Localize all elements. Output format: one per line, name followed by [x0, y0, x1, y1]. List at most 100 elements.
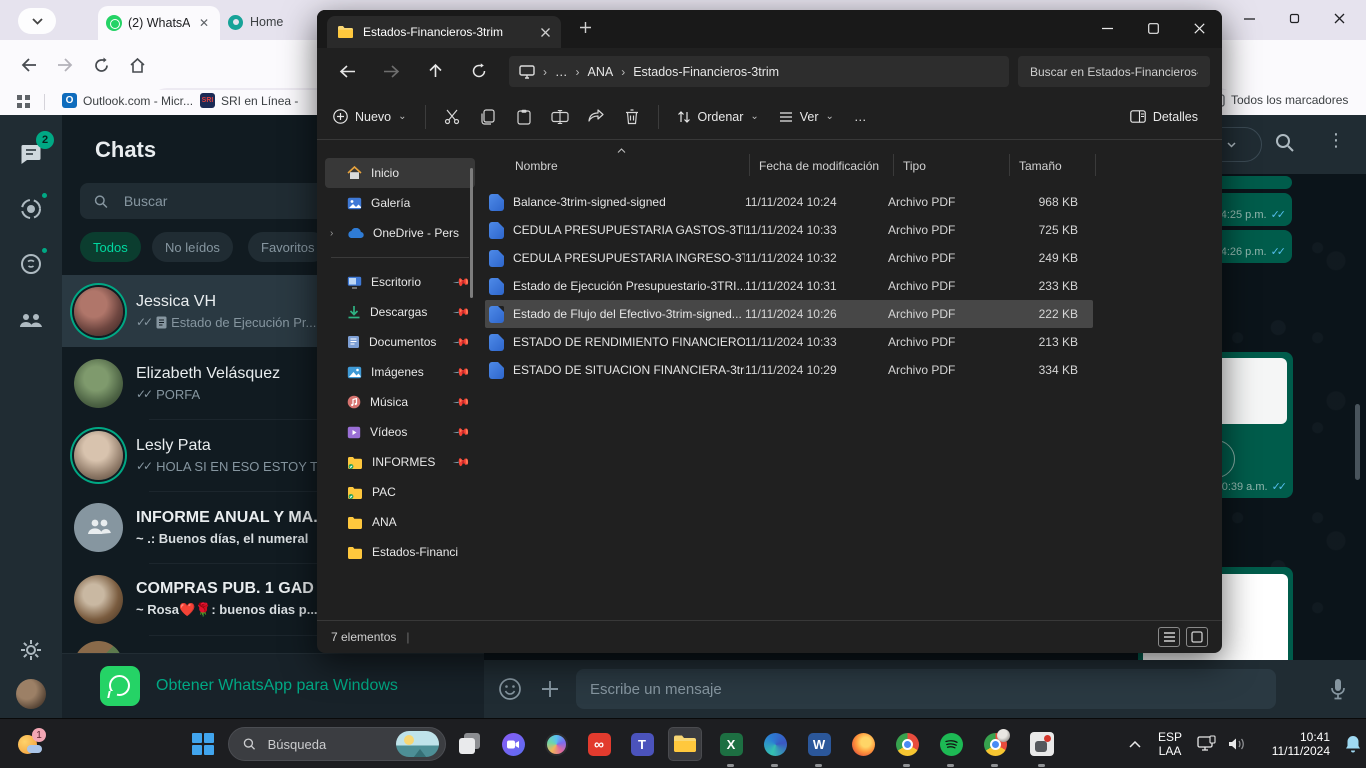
task-view-button[interactable] — [453, 727, 487, 761]
back-icon[interactable] — [331, 55, 363, 87]
breadcrumb[interactable]: › … › ANA › Estados-Financieros-3trim — [509, 56, 1009, 87]
notification-bell-icon[interactable] — [1336, 727, 1366, 761]
tray-chevron-icon[interactable] — [1122, 727, 1148, 761]
file-row-selected[interactable]: Estado de Flujo del Efectivo-3trim-signe… — [485, 300, 1093, 328]
sidebar-item-informes[interactable]: INFORMES📌 — [325, 447, 475, 477]
clock[interactable]: 10:41 11/11/2024 — [1258, 730, 1330, 758]
file-row[interactable]: ESTADO DE RENDIMIENTO FINANCIERO-... 11/… — [485, 328, 1093, 356]
sidebar-item-inicio[interactable]: Inicio — [325, 158, 475, 188]
forward-icon[interactable] — [375, 55, 407, 87]
sidebar-item-escritorio[interactable]: Escritorio📌 — [325, 267, 475, 297]
filter-favoritos[interactable]: Favoritos — [248, 232, 327, 262]
message-input[interactable] — [576, 669, 1276, 709]
attach-plus-icon[interactable] — [530, 678, 570, 700]
sidebar-item-ana[interactable]: ANA — [325, 507, 475, 537]
volume-icon[interactable] — [1222, 727, 1252, 761]
view-button[interactable]: Ver ⌄ — [769, 100, 844, 134]
copilot-button[interactable] — [539, 727, 573, 761]
tab-search-button[interactable] — [18, 8, 56, 34]
chat-search-icon[interactable] — [1274, 132, 1296, 154]
icons-view-button[interactable] — [1186, 627, 1208, 647]
all-bookmarks[interactable]: Todos los marcadores — [1212, 93, 1348, 107]
explorer-taskbar-button[interactable] — [668, 727, 702, 761]
widgets-weather-button[interactable]: 1 — [14, 727, 48, 761]
excel-button[interactable]: X — [714, 727, 748, 761]
emoji-icon[interactable] — [490, 677, 530, 701]
tab-home[interactable]: Home — [228, 8, 314, 36]
explorer-tab[interactable]: Estados-Financieros-3trim — [327, 16, 561, 48]
chat-scrollbar[interactable] — [1355, 404, 1360, 480]
language-indicator[interactable]: ESP LAA — [1158, 730, 1182, 758]
reload-icon[interactable] — [86, 50, 116, 80]
details-button[interactable]: Detalles — [1120, 100, 1208, 134]
tab-close-icon[interactable] — [540, 27, 551, 38]
chat-menu-icon[interactable]: ⋮ — [1327, 130, 1345, 151]
column-separator[interactable] — [1009, 154, 1010, 176]
explorer-minimize-button[interactable] — [1084, 10, 1130, 46]
sidebar-item-estados-financieros[interactable]: Estados-Financi — [325, 537, 475, 567]
expand-chevron-icon[interactable]: › — [330, 228, 333, 239]
sidebar-item-musica[interactable]: Música📌 — [325, 387, 475, 417]
firefox-button[interactable] — [846, 727, 880, 761]
sidebar-item-documentos[interactable]: Documentos📌 — [325, 327, 475, 357]
explorer-search-input[interactable] — [1028, 64, 1200, 80]
tab-whatsapp[interactable]: (2) WhatsApp ✕ — [98, 6, 220, 40]
column-separator[interactable] — [749, 154, 750, 176]
explorer-search-box[interactable] — [1018, 56, 1210, 87]
explorer-maximize-button[interactable] — [1130, 10, 1176, 46]
sidebar-item-imagenes[interactable]: Imágenes📌 — [325, 357, 475, 387]
chrome-profile-button[interactable] — [978, 727, 1012, 761]
mic-icon[interactable] — [1318, 677, 1358, 701]
sidebar-scrollbar[interactable] — [470, 168, 473, 298]
browser-maximize-button[interactable] — [1288, 12, 1301, 25]
chrome-button[interactable] — [890, 727, 924, 761]
tab-close-icon[interactable]: ✕ — [196, 15, 212, 31]
filter-todos[interactable]: Todos — [80, 232, 141, 262]
file-row[interactable]: Balance-3trim-signed-signed 11/11/2024 1… — [485, 188, 1093, 216]
rename-icon[interactable] — [542, 100, 578, 134]
new-button[interactable]: Nuevo ⌄ — [323, 100, 417, 134]
column-nombre[interactable]: Nombre — [515, 154, 558, 178]
nav-status-icon[interactable] — [14, 192, 48, 226]
share-icon[interactable] — [578, 100, 614, 134]
nav-communities-icon[interactable] — [14, 303, 48, 337]
start-button[interactable] — [186, 727, 220, 761]
get-whatsapp-banner[interactable]: Obtener WhatsApp para Windows — [62, 653, 484, 718]
paste-icon[interactable] — [506, 100, 542, 134]
word-button[interactable]: W — [802, 727, 836, 761]
details-view-button[interactable] — [1158, 627, 1180, 647]
profile-avatar[interactable] — [14, 677, 48, 711]
file-row[interactable]: ESTADO DE SITUACION FINANCIERA-3tri... 1… — [485, 356, 1093, 384]
sort-button[interactable]: Ordenar ⌄ — [667, 100, 769, 134]
file-row[interactable]: CEDULA PRESUPUESTARIA INGRESO-3TRI... 11… — [485, 244, 1093, 272]
sidebar-item-pac[interactable]: PAC — [325, 477, 475, 507]
java-app-button[interactable] — [1025, 727, 1059, 761]
back-icon[interactable] — [14, 50, 44, 80]
copy-icon[interactable] — [470, 100, 506, 134]
column-tamano[interactable]: Tamaño — [1019, 154, 1062, 178]
browser-minimize-button[interactable] — [1243, 12, 1256, 25]
file-row[interactable]: CEDULA PRESUPUESTARIA GASTOS-3TRI... 11/… — [485, 216, 1093, 244]
apps-grid-icon[interactable] — [16, 94, 31, 109]
spotify-button[interactable] — [934, 727, 968, 761]
search-highlight-image[interactable] — [396, 731, 439, 757]
sidebar-item-videos[interactable]: Vídeos📌 — [325, 417, 475, 447]
delete-icon[interactable] — [614, 100, 650, 134]
cut-icon[interactable] — [434, 100, 470, 134]
breadcrumb-current[interactable]: Estados-Financieros-3trim — [633, 65, 779, 79]
explorer-close-button[interactable] — [1176, 10, 1222, 46]
forward-icon[interactable] — [50, 50, 80, 80]
nav-chats-icon[interactable]: 2 — [14, 137, 48, 171]
column-tipo[interactable]: Tipo — [903, 154, 926, 178]
sidebar-item-descargas[interactable]: Descargas📌 — [325, 297, 475, 327]
refresh-icon[interactable] — [463, 55, 495, 87]
column-separator[interactable] — [893, 154, 894, 176]
taskbar-search-input[interactable] — [266, 736, 386, 753]
edge-button[interactable] — [758, 727, 792, 761]
sidebar-item-galeria[interactable]: Galería — [325, 188, 475, 218]
chat-meet-button[interactable] — [496, 727, 530, 761]
browser-close-button[interactable] — [1333, 12, 1346, 25]
home-icon[interactable] — [122, 50, 152, 80]
up-icon[interactable] — [419, 55, 451, 87]
acrobat-button[interactable]: ∞ — [582, 727, 616, 761]
